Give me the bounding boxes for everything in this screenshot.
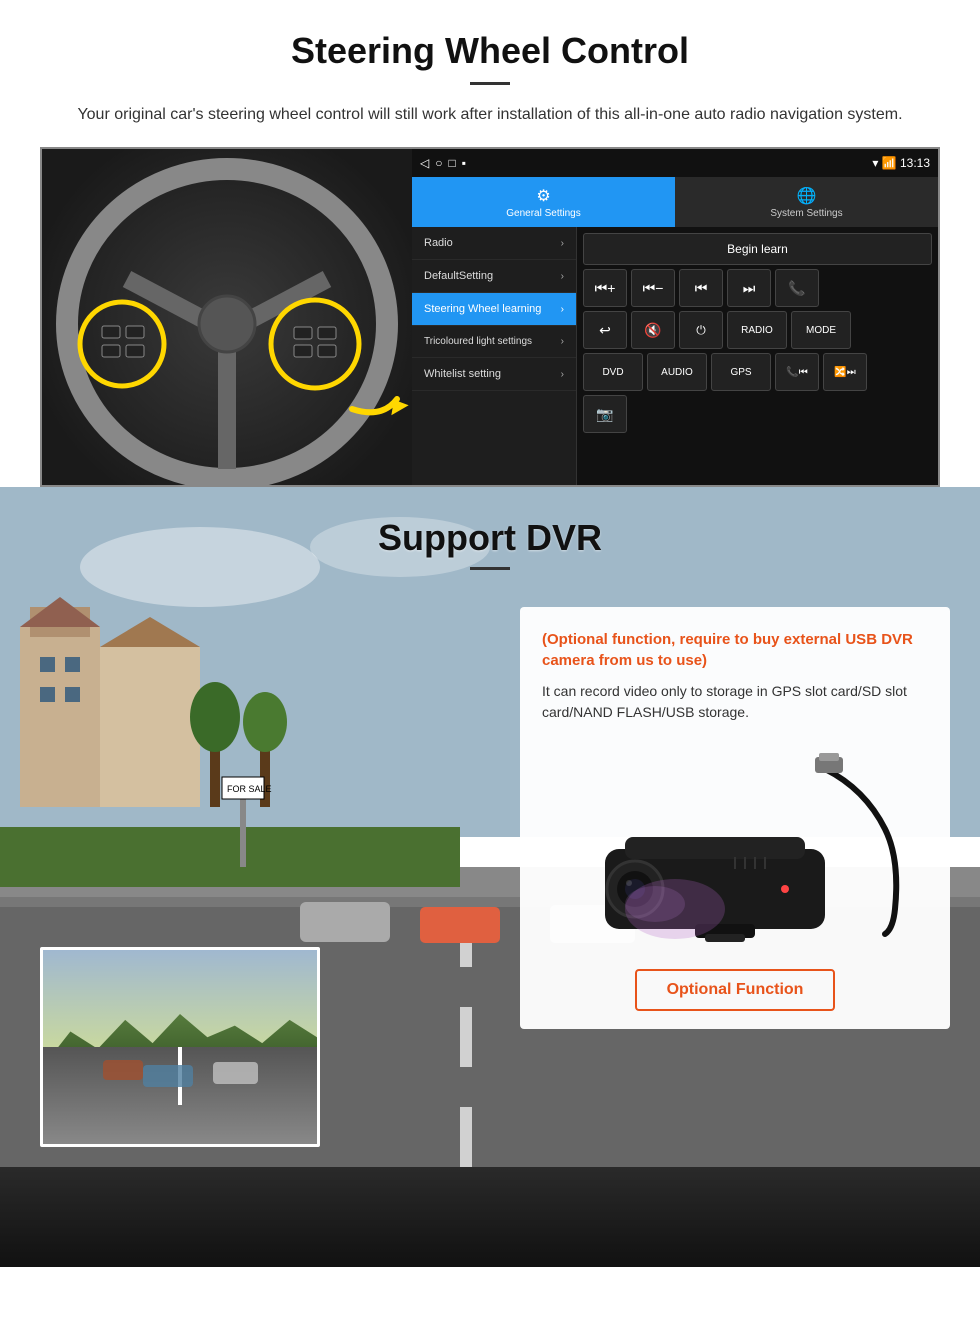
system-icon: 🌐 bbox=[797, 186, 817, 206]
menu-item-steering[interactable]: Steering Wheel learning › bbox=[412, 293, 576, 326]
dvr-title: Support DVR bbox=[0, 517, 980, 559]
recents-icon[interactable]: □ bbox=[448, 156, 455, 170]
back-icon[interactable]: ◁ bbox=[420, 156, 429, 170]
next-button[interactable]: ⏭ bbox=[727, 269, 771, 307]
dvr-header: Support DVR bbox=[0, 487, 980, 580]
menu-item-default[interactable]: DefaultSetting › bbox=[412, 260, 576, 293]
audio-button[interactable]: AUDIO bbox=[647, 353, 707, 391]
thumb-svg bbox=[43, 950, 320, 1147]
gps-button[interactable]: GPS bbox=[711, 353, 771, 391]
steering-section: Steering Wheel Control Your original car… bbox=[0, 0, 980, 487]
status-right: ▾ 📶 13:13 bbox=[872, 156, 930, 170]
arrow-icon: › bbox=[561, 271, 564, 282]
dvr-section: FOR SALE Support DVR (Opti bbox=[0, 487, 980, 1267]
home-icon[interactable]: ○ bbox=[435, 156, 442, 170]
dvr-description: It can record video only to storage in G… bbox=[542, 681, 928, 723]
btn-row-2: ↩ 🔇 ⏻ RADIO MODE bbox=[583, 311, 932, 349]
begin-learn-button[interactable]: Begin learn bbox=[583, 233, 932, 265]
power-button[interactable]: ⏻ bbox=[679, 311, 723, 349]
menu-icon[interactable]: ▪ bbox=[462, 156, 466, 170]
mode-button[interactable]: MODE bbox=[791, 311, 851, 349]
arrow-icon: › bbox=[561, 238, 564, 249]
vol-up-button[interactable]: ⏮+ bbox=[583, 269, 627, 307]
android-status-bar: ◁ ○ □ ▪ ▾ 📶 13:13 bbox=[412, 149, 938, 177]
arrow-icon: › bbox=[561, 304, 564, 315]
menu-item-whitelist[interactable]: Whitelist setting › bbox=[412, 358, 576, 391]
btn-row-4: 📷 bbox=[583, 395, 932, 433]
dvr-header-divider bbox=[470, 567, 510, 570]
dvr-camera-svg bbox=[545, 749, 925, 949]
android-right-panel: Begin learn ⏮+ ⏮− ⏮ ⏭ 📞 ↩ 🔇 ⏻ bbox=[577, 227, 938, 485]
android-main: Radio › DefaultSetting › Steering Wheel … bbox=[412, 227, 938, 485]
svg-text:FOR SALE: FOR SALE bbox=[227, 784, 272, 794]
phone-prev-button[interactable]: 📞⏮ bbox=[775, 353, 819, 391]
dvr-optional-text: (Optional function, require to buy exter… bbox=[542, 629, 928, 671]
dvr-camera-area bbox=[542, 739, 928, 959]
menu-item-radio[interactable]: Radio › bbox=[412, 227, 576, 260]
steering-description: Your original car's steering wheel contr… bbox=[60, 103, 920, 127]
dvr-thumbnail bbox=[40, 947, 320, 1147]
steering-wheel-photo bbox=[42, 149, 412, 487]
menu-item-tricoloured[interactable]: Tricoloured light settings › bbox=[412, 326, 576, 358]
steering-title: Steering Wheel Control bbox=[40, 30, 940, 72]
tab-system-label: System Settings bbox=[770, 208, 842, 219]
btn-row-3: DVD AUDIO GPS 📞⏮ 🔀⏭ bbox=[583, 353, 932, 391]
mute-button[interactable]: 🔇 bbox=[631, 311, 675, 349]
section-divider bbox=[470, 82, 510, 85]
dvd-button[interactable]: DVD bbox=[583, 353, 643, 391]
arrow-icon: › bbox=[561, 336, 564, 347]
android-screen: ◁ ○ □ ▪ ▾ 📶 13:13 ⚙ General Settings 🌐 bbox=[412, 149, 938, 485]
status-time: 13:13 bbox=[900, 156, 930, 170]
signal-icon: ▾ 📶 bbox=[872, 156, 896, 170]
phone-button[interactable]: 📞 bbox=[775, 269, 819, 307]
steering-wheel-svg bbox=[42, 149, 412, 487]
dvr-info-card: (Optional function, require to buy exter… bbox=[520, 607, 950, 1029]
steering-demo: ◁ ○ □ ▪ ▾ 📶 13:13 ⚙ General Settings 🌐 bbox=[40, 147, 940, 487]
status-left: ◁ ○ □ ▪ bbox=[420, 156, 466, 170]
radio-button[interactable]: RADIO bbox=[727, 311, 787, 349]
shuffle-next-button[interactable]: 🔀⏭ bbox=[823, 353, 867, 391]
steering-wheel-bg bbox=[42, 149, 412, 487]
android-tabs: ⚙ General Settings 🌐 System Settings bbox=[412, 177, 938, 227]
optional-function-container: Optional Function bbox=[542, 959, 928, 1011]
tab-general-label: General Settings bbox=[506, 208, 581, 219]
android-left-menu: Radio › DefaultSetting › Steering Wheel … bbox=[412, 227, 577, 485]
vol-down-button[interactable]: ⏮− bbox=[631, 269, 675, 307]
prev-button[interactable]: ⏮ bbox=[679, 269, 723, 307]
btn-row-1: ⏮+ ⏮− ⏮ ⏭ 📞 bbox=[583, 269, 932, 307]
hang-up-button[interactable]: ↩ bbox=[583, 311, 627, 349]
btn-row-begin: Begin learn bbox=[583, 233, 932, 265]
settings-icon: ⚙ bbox=[536, 186, 550, 206]
optional-function-button[interactable]: Optional Function bbox=[635, 969, 836, 1011]
tab-general-settings[interactable]: ⚙ General Settings bbox=[412, 177, 675, 227]
arrow-icon: › bbox=[561, 369, 564, 380]
tab-system-settings[interactable]: 🌐 System Settings bbox=[675, 177, 938, 227]
camera-button[interactable]: 📷 bbox=[583, 395, 627, 433]
